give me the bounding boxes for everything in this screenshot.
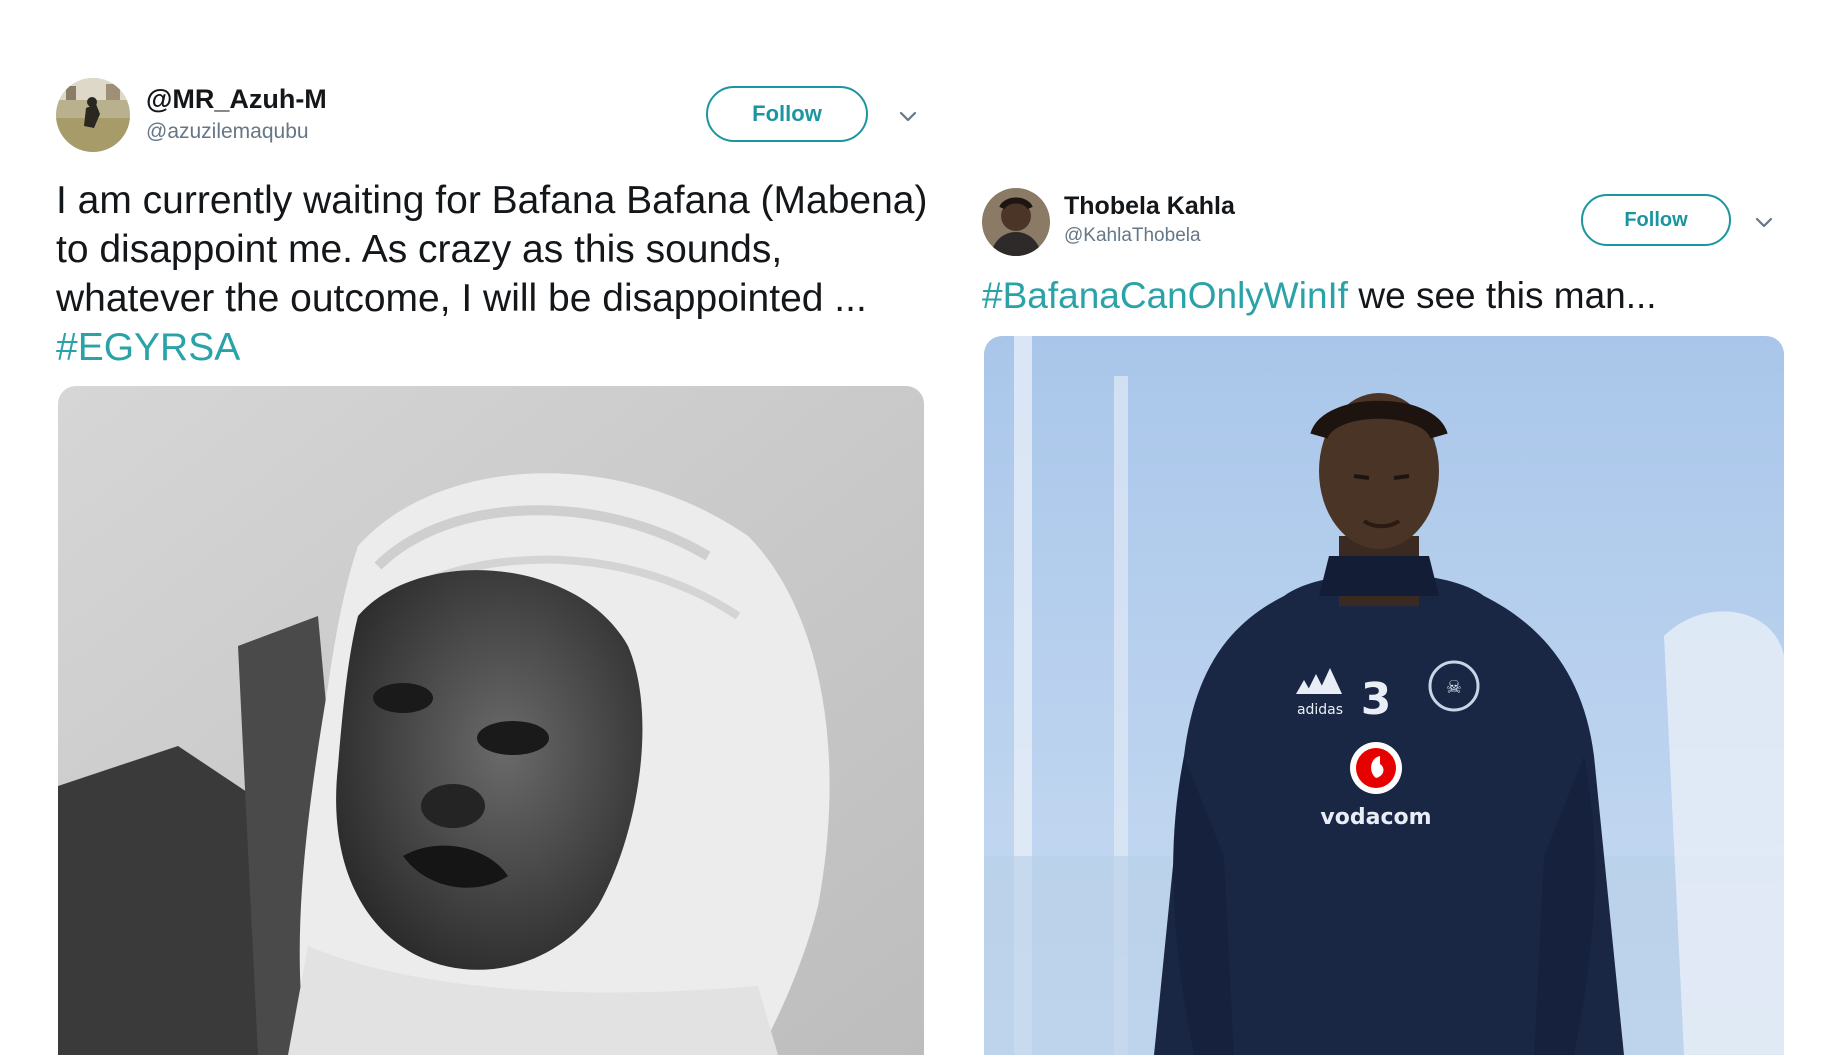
handle[interactable]: @KahlaThobela [1064,225,1201,247]
tweet-header: Thobela Kahla @KahlaThobela Follow [982,188,1782,268]
tweet-card: @MR_Azuh-M @azuzilemaqubu Follow I am cu… [56,78,927,1055]
chevron-down-icon[interactable] [1752,210,1776,234]
follow-button[interactable]: Follow [706,86,868,142]
chevron-down-icon[interactable] [896,104,920,128]
avatar[interactable] [56,78,130,152]
jersey-sponsor: vodacom [1320,805,1431,830]
handle[interactable]: @azuzilemaqubu [146,120,309,144]
tweet-body: I am currently waiting for Bafana Bafana… [56,179,928,320]
avatar[interactable] [982,188,1050,256]
follow-button[interactable]: Follow [1581,194,1731,246]
svg-text:☠: ☠ [1446,677,1462,698]
jersey-brand: adidas [1297,702,1343,718]
display-name[interactable]: @MR_Azuh-M [146,84,327,115]
tweet-photo[interactable] [58,386,924,1055]
hashtag-link[interactable]: #EGYRSA [56,326,240,369]
tweet-body: we see this man... [1348,275,1657,316]
hashtag-link[interactable]: #BafanaCanOnlyWinIf [982,275,1348,316]
tweet-text: #BafanaCanOnlyWinIf we see this man... [982,274,1782,318]
display-name[interactable]: Thobela Kahla [1064,192,1235,221]
tweet-photo[interactable]: ☠ adidas 3 vodacom [984,336,1784,1055]
tweet-card: Thobela Kahla @KahlaThobela Follow #Bafa… [982,188,1784,1055]
jersey-number: 3 [1361,674,1392,725]
tweet-header: @MR_Azuh-M @azuzilemaqubu Follow [56,78,926,158]
tweet-text: I am currently waiting for Bafana Bafana… [56,176,936,372]
